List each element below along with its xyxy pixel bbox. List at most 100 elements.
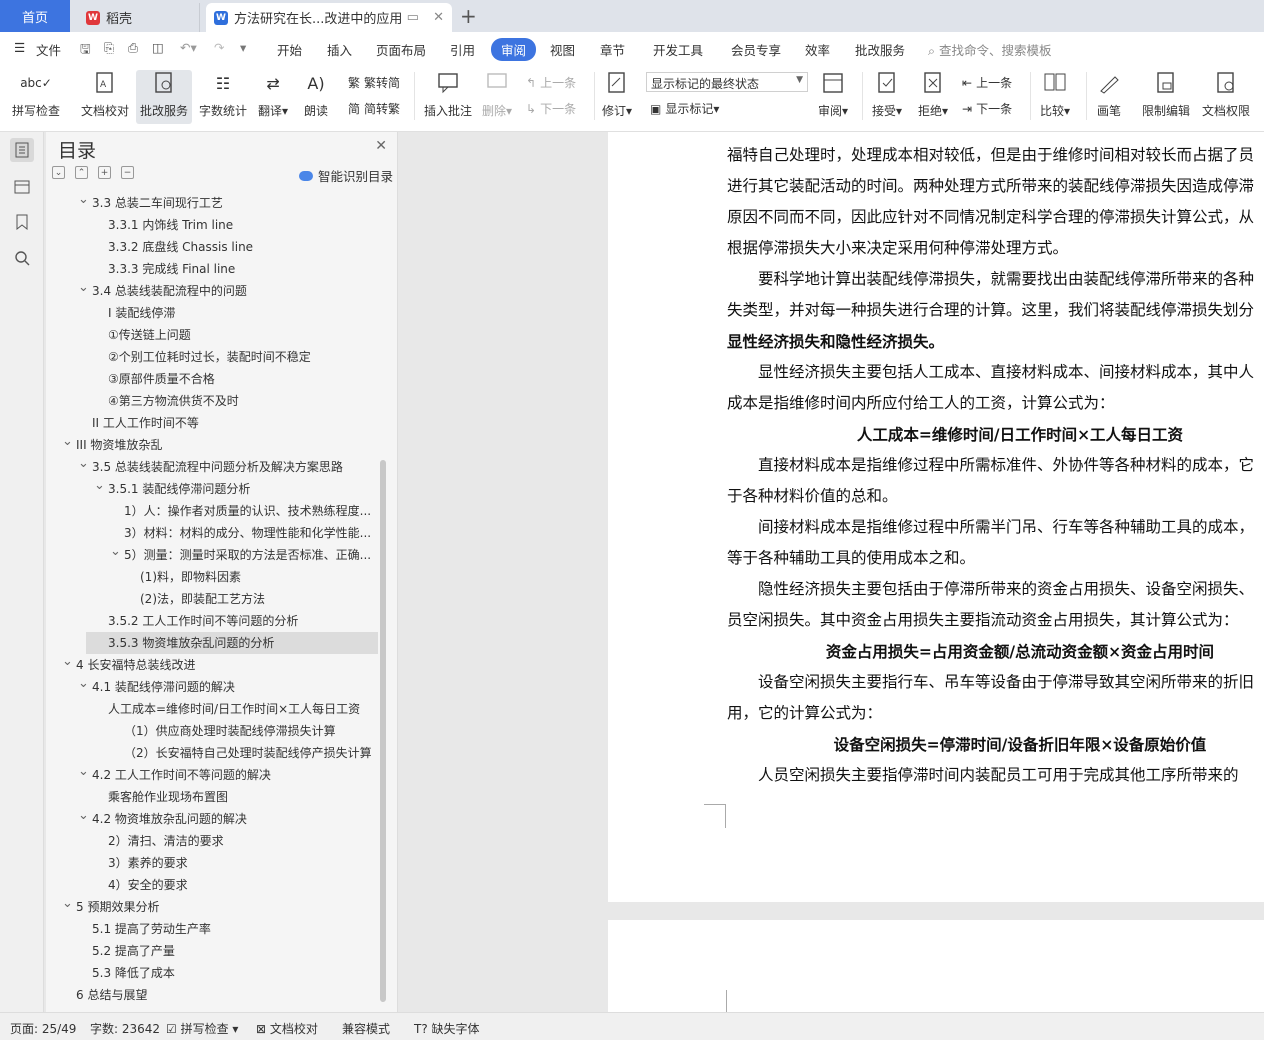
chevron-down-icon[interactable]: ⌄ [78,676,90,695]
chevron-down-icon[interactable]: ⌄ [78,456,90,475]
tab-wps[interactable]: W 稻壳 [78,3,200,32]
doc-proof-button[interactable]: A 文档校对 [81,70,129,119]
chevron-down-icon[interactable]: ⌄ [110,544,122,563]
toc-item[interactable]: ⌄ 4.2 物资堆放杂乱问题的解决 [46,808,374,830]
simp-to-trad-button[interactable]: 简简转繁 [348,100,400,117]
reject-button[interactable]: 拒绝▾ [918,70,948,119]
toc-item[interactable]: (2)法，即装配工艺方法 [46,588,374,610]
compare-button[interactable]: 比较▾ [1040,70,1070,119]
toc-item[interactable]: 3.3.1 内饰线 Trim line [46,214,374,236]
expand-all-icon[interactable]: ⌄ [52,166,65,179]
toc-item[interactable]: 5.2 提高了产量 [46,940,374,962]
toc-item[interactable]: 人工成本=维修时间/日工作时间×工人每日工资 [46,698,374,720]
redo-icon[interactable]: ↷ [214,40,224,55]
menu-insert[interactable]: 插入 [327,40,352,59]
chapter-nav-icon[interactable] [10,174,34,198]
bookmark-icon[interactable] [10,210,34,234]
tab-document[interactable]: W 方法研究在长...改进中的应用 ▭ ✕ [206,3,452,32]
toc-item[interactable]: 3.5.2 工人工作时间不等问题的分析 [46,610,374,632]
prev-change-button[interactable]: ⇤ 上一条 [962,74,1012,91]
menu-file[interactable]: 文件 [36,40,61,59]
word-count-indicator[interactable]: 字数: 23642 [90,1020,160,1037]
missing-font[interactable]: T? 缺失字体 [414,1020,480,1037]
toc-item[interactable]: 2）清扫、清洁的要求 [46,830,374,852]
correction-service-button[interactable]: 批改服务 [136,70,193,124]
remove-heading-icon[interactable]: − [121,166,134,179]
add-heading-icon[interactable]: + [98,166,111,179]
toc-item[interactable]: I 装配线停滞 [46,302,374,324]
toc-item[interactable]: 6 总结与展望 [46,984,374,1006]
menu-chapter[interactable]: 章节 [600,40,625,59]
toc-item[interactable]: 4）安全的要求 [46,874,374,896]
tab-close-icon[interactable]: ✕ [433,10,444,25]
hamburger-icon[interactable]: ☰ [14,40,25,55]
word-count-button[interactable]: ☷ 字数统计 [199,70,247,119]
command-search[interactable]: ⌕ 查找命令、搜索模板 [928,40,1052,59]
toc-item[interactable]: ⌄ 4.1 装配线停滞问题的解决 [46,676,374,698]
show-markup-button[interactable]: ▣ 显示标记 ▾ [650,100,719,117]
outline-icon[interactable] [10,138,34,162]
delete-comment-button[interactable]: 删除▾ [482,70,512,119]
toc-item[interactable]: 1）人：操作者对质量的认识、技术熟练程度... [46,500,374,522]
menu-layout[interactable]: 页面布局 [376,40,426,59]
chevron-down-icon[interactable]: ⌄ [94,478,106,497]
chevron-down-icon[interactable]: ⌄ [78,280,90,299]
toc-item[interactable]: 3.5.3 物资堆放杂乱问题的分析 [86,632,378,654]
toc-item[interactable]: ⌄ 3.5.1 装配线停滞问题分析 [46,478,374,500]
spell-check-button[interactable]: abc✓ 拼写检查 [12,70,60,119]
insert-comment-button[interactable]: 插入批注 [424,70,472,119]
menu-efficiency[interactable]: 效率 [805,40,830,59]
read-aloud-button[interactable]: A) 朗读 [303,70,329,119]
page-indicator[interactable]: 页面: 25/49 [10,1020,76,1037]
next-comment-button[interactable]: ↳ 下一条 [526,100,576,117]
toc-item[interactable]: ⌄ III 物资堆放杂乱 [46,434,374,456]
trad-to-simp-button[interactable]: 繁繁转简 [348,74,400,91]
chevron-down-icon[interactable]: ⌄ [62,434,74,453]
toc-item[interactable]: （1）供应商处理时装配线停滞损失计算 [46,720,374,742]
toc-item[interactable]: II 工人工作时间不等 [46,412,374,434]
print-preview-icon[interactable]: ◫ [152,40,164,55]
toc-scrollbar[interactable] [380,460,386,1002]
chevron-down-icon[interactable]: ⌄ [78,764,90,783]
next-document-page[interactable] [608,920,1264,1012]
toc-item[interactable]: 5.3 降低了成本 [46,962,374,984]
tab-home[interactable]: 首页 [0,0,70,32]
search-icon[interactable] [10,246,34,270]
translate-button[interactable]: ⇄ 翻译▾ [258,70,288,119]
undo-icon[interactable]: ↶▾ [180,40,197,55]
prev-comment-button[interactable]: ↰ 上一条 [526,74,576,91]
collapse-all-icon[interactable]: ⌃ [75,166,88,179]
menu-review[interactable]: 审阅 [491,38,537,61]
restrict-edit-button[interactable]: 限制编辑 [1142,70,1190,119]
document-page[interactable]: 福特自己处理时，处理成本相对较低，但是由于维修时间相对较长而占据了员 进行其它装配… [608,132,1264,902]
menu-start[interactable]: 开始 [277,40,302,59]
toc-item[interactable]: ⌄ 3.3 总装二车间现行工艺 [46,192,374,214]
toc-item[interactable]: 5.1 提高了劳动生产率 [46,918,374,940]
toc-item[interactable]: ④第三方物流供货不及时 [46,390,374,412]
toc-item[interactable]: ⌄ 3.5 总装线装配流程中问题分析及解决方案思路 [46,456,374,478]
toc-item[interactable]: 3）材料：材料的成分、物理性能和化学性能... [46,522,374,544]
track-changes-button[interactable]: 修订▾ [602,70,632,119]
toc-item[interactable]: ⌄ 3.4 总装线装配流程中的问题 [46,280,374,302]
new-tab-icon[interactable]: + [460,4,477,28]
tab-pin-icon[interactable]: ▭ [407,10,419,25]
menu-view[interactable]: 视图 [550,40,575,59]
pen-button[interactable]: 画笔 [1096,70,1122,119]
close-icon[interactable]: ✕ [375,138,387,154]
save-icon[interactable]: 🖫 [80,40,91,61]
toc-item[interactable]: ②个别工位耗时过长，装配时间不稳定 [46,346,374,368]
status-spell-check[interactable]: ☑ 拼写检查 ▾ [166,1020,238,1037]
toc-item[interactable]: 3）素养的要求 [46,852,374,874]
review-pane-button[interactable]: 审阅▾ [818,70,848,119]
print-icon[interactable]: ⎙ [128,40,138,56]
toc-item[interactable]: 乘客舱作业现场布置图 [46,786,374,808]
toc-item[interactable]: ①传送链上问题 [46,324,374,346]
toc-item[interactable]: ⌄ 4.2 工人工作时间不等问题的解决 [46,764,374,786]
toc-item[interactable]: ⌄ 5 预期效果分析 [46,896,374,918]
status-proof[interactable]: ⊠ 文档校对 [256,1020,318,1037]
accept-button[interactable]: 接受▾ [872,70,902,119]
chevron-down-icon[interactable]: ⌄ [78,808,90,827]
toc-item[interactable]: 3.3.2 底盘线 Chassis line [46,236,374,258]
toc-item[interactable]: 3.3.3 完成线 Final line [46,258,374,280]
more-icon[interactable]: ▾ [240,40,246,55]
